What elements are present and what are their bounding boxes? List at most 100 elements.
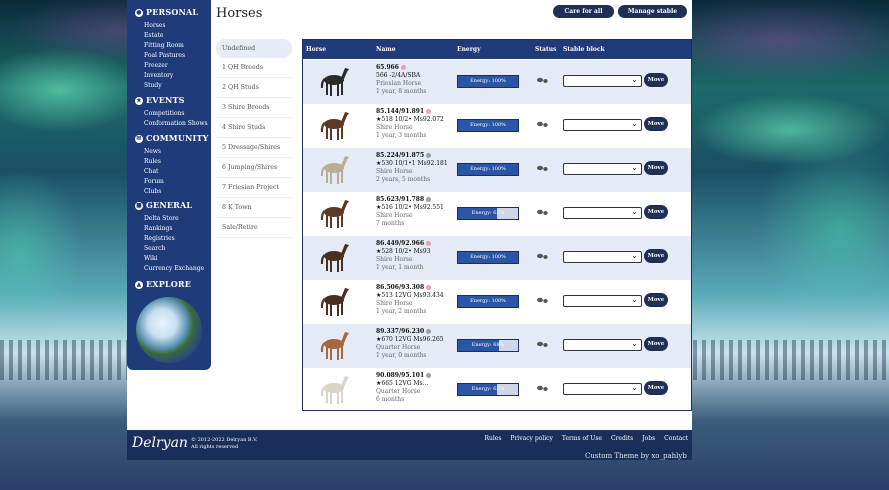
sidebar-item-currency-exchange[interactable]: Currency Exchange xyxy=(144,264,204,274)
stable-block-nav-item[interactable]: Undefined xyxy=(216,39,292,58)
stable-block-nav-item[interactable]: 8 K Town xyxy=(216,198,292,218)
sidebar-item-chat[interactable]: Chat xyxy=(144,167,164,177)
stable-block-nav-item[interactable]: 2 QH Studs xyxy=(216,78,292,98)
footer-link[interactable]: Jobs xyxy=(642,435,655,442)
horse-image[interactable] xyxy=(317,64,353,98)
sidebar-item-conformation-shows[interactable]: Conformation Shows xyxy=(144,119,208,129)
status-icon xyxy=(537,385,548,391)
status-icon xyxy=(537,253,548,259)
female-icon xyxy=(426,109,432,114)
care-all-button[interactable]: Care for all horses xyxy=(553,5,614,28)
site-logo[interactable]: Delryan xyxy=(132,435,188,451)
horse-name[interactable]: ★513 12VG Ms93.434 xyxy=(376,292,444,300)
move-button[interactable]: Move xyxy=(644,117,668,131)
stable-block-select[interactable]: ⌄ xyxy=(563,119,642,131)
sidebar-item-inventory[interactable]: Inventory xyxy=(144,71,185,81)
horse-name[interactable]: ★518 10/2• Ms92.072 xyxy=(376,116,444,124)
energy-label: Energy: 65% xyxy=(471,386,505,392)
chevron-down-icon: ⌄ xyxy=(631,251,638,260)
explore-globe[interactable] xyxy=(136,297,202,363)
footer-link[interactable]: Rules xyxy=(484,435,501,442)
section-community: ✉ COMMUNITY xyxy=(135,133,209,143)
move-button[interactable]: Move xyxy=(644,205,668,219)
sidebar-item-news[interactable]: News xyxy=(144,147,164,157)
stable-block-nav-item[interactable]: 7 Friesian Project xyxy=(216,178,292,198)
horse-name[interactable]: 566 -2/4A/SBA xyxy=(376,72,427,80)
page-title: Horses xyxy=(216,6,263,21)
footer-links: Rules Privacy policy Terms of Use Credits Jo… xyxy=(475,435,688,442)
sidebar-item-search[interactable]: Search xyxy=(144,244,204,254)
sidebar-item-forum[interactable]: Forum xyxy=(144,177,164,187)
horse-image[interactable] xyxy=(317,372,353,406)
chevron-down-icon: ⌄ xyxy=(631,295,638,304)
horse-image[interactable] xyxy=(317,328,353,362)
footer-link[interactable]: Terms of Use xyxy=(562,435,602,442)
sidebar-item-estate[interactable]: Estate xyxy=(144,31,185,41)
footer-link[interactable]: Contact xyxy=(664,435,688,442)
stable-block-select[interactable]: ⌄ xyxy=(563,383,642,395)
horse-id-link[interactable]: 90.089/95.101 xyxy=(376,372,424,379)
horse-info: 85.224/91.875 ★530 10/1•1 Ms92.181 Shire… xyxy=(376,152,448,184)
stable-block-nav-item[interactable]: 6 Jumping/Shires xyxy=(216,158,292,178)
section-personal: ● PERSONAL xyxy=(135,7,198,17)
horse-image[interactable] xyxy=(317,240,353,274)
horse-image[interactable] xyxy=(317,196,353,230)
sidebar-item-registries[interactable]: Registries xyxy=(144,234,204,244)
stable-block-select[interactable]: ⌄ xyxy=(563,251,642,263)
sidebar-item-study[interactable]: Study xyxy=(144,81,185,91)
horse-id-link[interactable]: 89.337/96.230 xyxy=(376,328,424,335)
horse-image[interactable] xyxy=(317,152,353,186)
sidebar-item-rules[interactable]: Rules xyxy=(144,157,164,167)
sidebar-item-competitions[interactable]: Competitions xyxy=(144,109,208,119)
horse-image[interactable] xyxy=(317,284,353,318)
manage-stable-blocks-button[interactable]: Manage stable blocks xyxy=(618,5,687,28)
stable-block-nav-item[interactable]: 3 Shire Breeds xyxy=(216,98,292,118)
sidebar-item-foal-pastures[interactable]: Foal Pastures xyxy=(144,51,185,61)
stable-block-select[interactable]: ⌄ xyxy=(563,75,642,87)
energy-bar: Energy: 100% xyxy=(457,295,519,308)
move-button[interactable]: Move xyxy=(644,381,668,395)
horse-id-link[interactable]: 85.224/91.875 xyxy=(376,152,424,159)
move-button[interactable]: Move xyxy=(644,161,668,175)
horse-name[interactable]: ★665 12VG Ms… xyxy=(376,380,431,388)
move-button[interactable]: Move xyxy=(644,73,668,87)
header-energy: Energy xyxy=(457,46,481,53)
stable-block-nav-item[interactable]: Sale/Retire xyxy=(216,218,292,238)
sidebar-item-fitting-room[interactable]: Fitting Room xyxy=(144,41,185,51)
energy-bar: Energy: 100% xyxy=(457,75,519,88)
sidebar-item-clubs[interactable]: Clubs xyxy=(144,187,164,197)
stable-block-nav-item[interactable]: 4 Shire Studs xyxy=(216,118,292,138)
energy-bar: Energy: 100% xyxy=(457,251,519,264)
energy-label: Energy: 100% xyxy=(470,78,506,84)
stable-block-select[interactable]: ⌄ xyxy=(563,339,642,351)
stable-block-select[interactable]: ⌄ xyxy=(563,163,642,175)
footer-link[interactable]: Privacy policy xyxy=(510,435,553,442)
stable-block-nav-item[interactable]: 5 Dressage/Shires xyxy=(216,138,292,158)
move-button[interactable]: Move xyxy=(644,337,668,351)
horse-id-link[interactable]: 85.144/91.891 xyxy=(376,108,424,115)
horse-id-link[interactable]: 86.449/92.966 xyxy=(376,240,424,247)
male-icon xyxy=(426,329,432,334)
horse-age: 1 year, 8 months xyxy=(376,88,427,95)
copyright-line1: © 2012-2022 Delryan B.V. xyxy=(191,437,258,443)
sidebar-item-wiki[interactable]: Wiki xyxy=(144,254,204,264)
sidebar-item-rankings[interactable]: Rankings xyxy=(144,224,204,234)
move-button[interactable]: Move xyxy=(644,293,668,307)
horse-image[interactable] xyxy=(317,108,353,142)
horse-name[interactable]: ★670 12VG Ms96.265 xyxy=(376,336,444,344)
move-button[interactable]: Move xyxy=(644,249,668,263)
sidebar-item-freezer[interactable]: Freezer xyxy=(144,61,185,71)
stable-block-nav-item[interactable]: 1 QH Breeds xyxy=(216,58,292,78)
footer-link[interactable]: Credits xyxy=(611,435,633,442)
horse-id-link[interactable]: 86.506/93.308 xyxy=(376,284,424,291)
stable-block-select[interactable]: ⌄ xyxy=(563,207,642,219)
stable-block-select[interactable]: ⌄ xyxy=(563,295,642,307)
sidebar-item-horses[interactable]: Horses xyxy=(144,21,185,31)
horse-id-link[interactable]: 65.966 xyxy=(376,64,399,71)
copyright-line2: All rights reserved xyxy=(191,444,239,450)
sidebar-item-delta-store[interactable]: Delta Store xyxy=(144,214,204,224)
horse-name[interactable]: ★516 10/2• Ms92.551 xyxy=(376,204,444,212)
horse-name[interactable]: ★530 10/1•1 Ms92.181 xyxy=(376,160,448,168)
horse-id-link[interactable]: 85.623/91.788 xyxy=(376,196,424,203)
horse-name[interactable]: ★528 10/2• Ms93 xyxy=(376,248,431,256)
